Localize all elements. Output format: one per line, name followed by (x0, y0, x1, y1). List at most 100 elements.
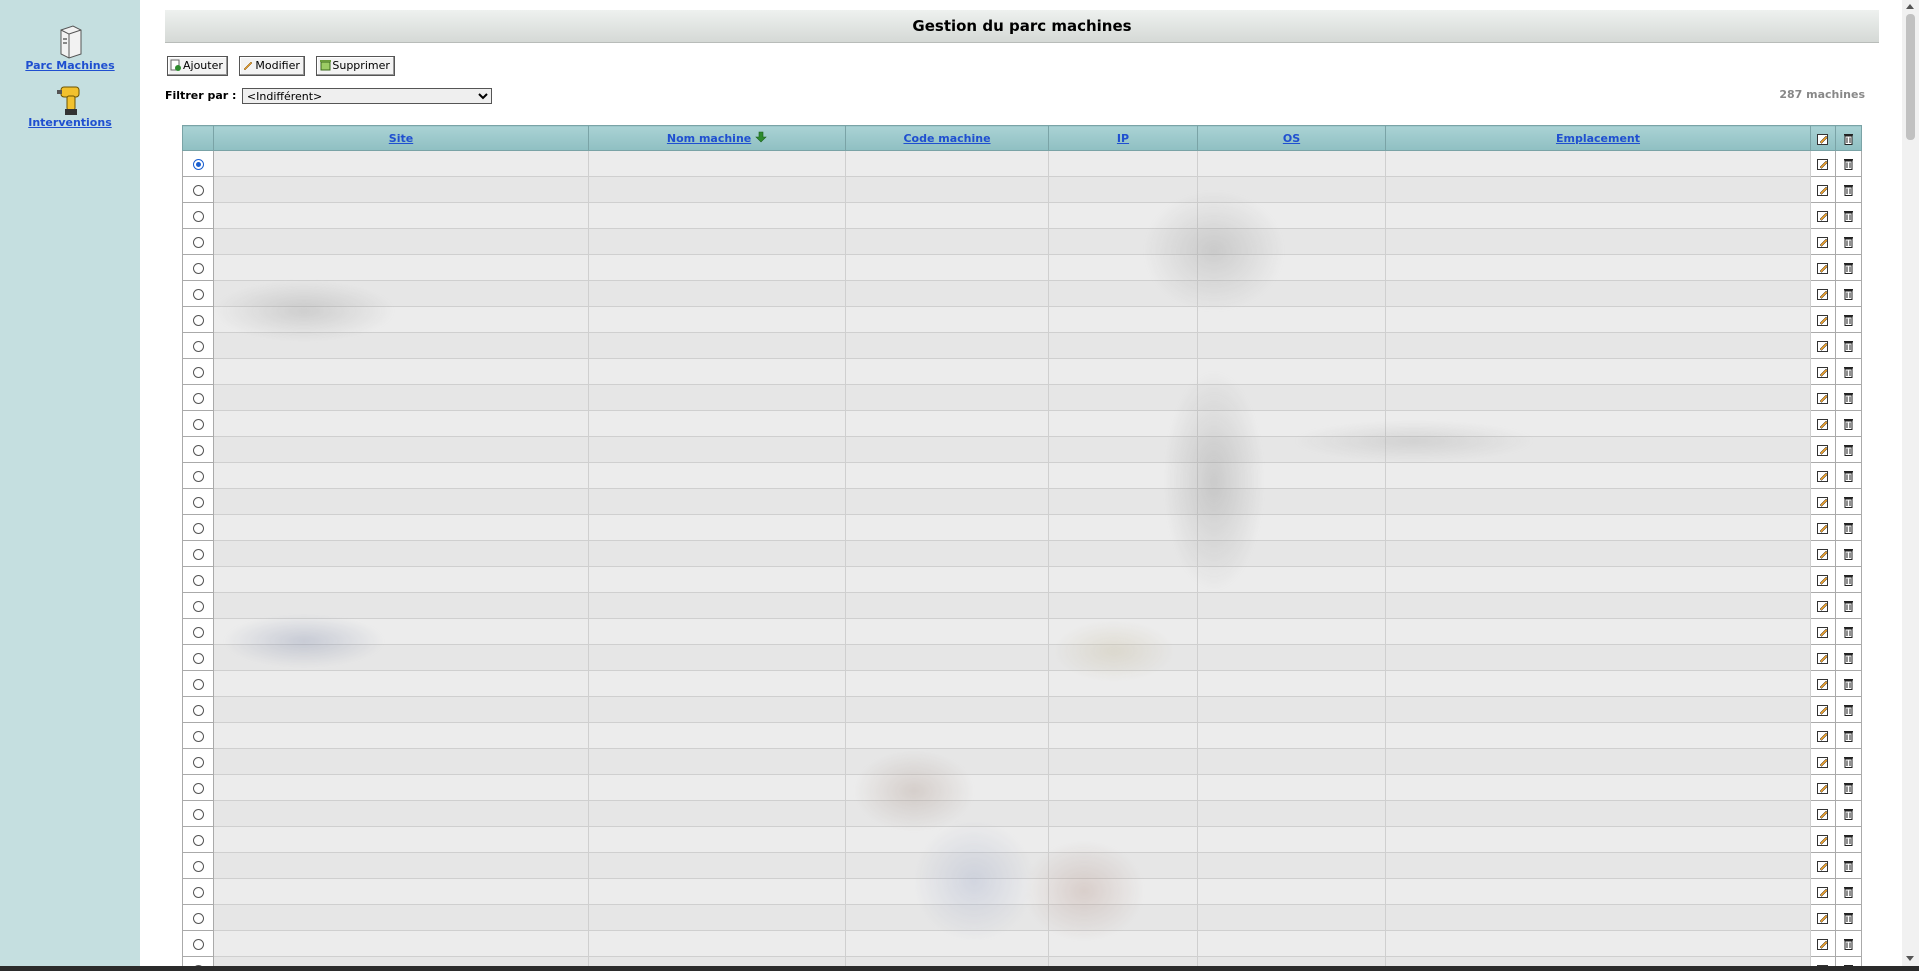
edit-row-cell[interactable] (1810, 566, 1836, 593)
scroll-thumb[interactable] (1906, 14, 1915, 140)
delete-row-cell[interactable] (1835, 462, 1862, 489)
delete-row-cell[interactable] (1835, 514, 1862, 541)
delete-row-icon[interactable] (1843, 158, 1854, 170)
row-select-cell[interactable] (182, 306, 214, 333)
delete-row-icon[interactable] (1843, 886, 1854, 898)
delete-row-cell[interactable] (1835, 202, 1862, 229)
delete-row-cell[interactable] (1835, 176, 1862, 203)
row-select-cell[interactable] (182, 280, 214, 307)
row-select-cell[interactable] (182, 540, 214, 567)
delete-row-cell[interactable] (1835, 384, 1862, 411)
edit-row-icon[interactable] (1817, 652, 1829, 664)
row-select-cell[interactable] (182, 670, 214, 697)
delete-row-icon[interactable] (1843, 184, 1854, 196)
row-radio[interactable] (192, 730, 204, 742)
edit-row-cell[interactable] (1810, 384, 1836, 411)
table-row[interactable] (182, 254, 1862, 281)
delete-row-icon[interactable] (1843, 288, 1854, 300)
row-select-cell[interactable] (182, 488, 214, 515)
delete-row-cell[interactable] (1835, 332, 1862, 359)
delete-row-icon[interactable] (1843, 470, 1854, 482)
delete-row-icon[interactable] (1843, 444, 1854, 456)
delete-row-cell[interactable] (1835, 618, 1862, 645)
table-row[interactable] (182, 748, 1862, 775)
row-select-cell[interactable] (182, 566, 214, 593)
edit-row-cell[interactable] (1810, 150, 1836, 177)
row-radio[interactable] (192, 522, 204, 534)
column-header-emplacement[interactable]: Emplacement (1385, 125, 1811, 151)
edit-row-cell[interactable] (1810, 826, 1836, 853)
edit-row-icon[interactable] (1817, 600, 1829, 612)
delete-row-cell[interactable] (1835, 306, 1862, 333)
row-radio[interactable] (192, 340, 204, 352)
edit-row-cell[interactable] (1810, 618, 1836, 645)
edit-row-cell[interactable] (1810, 514, 1836, 541)
delete-row-icon[interactable] (1843, 418, 1854, 430)
delete-row-icon[interactable] (1843, 496, 1854, 508)
row-radio[interactable] (192, 418, 204, 430)
edit-row-icon[interactable] (1817, 418, 1829, 430)
edit-row-icon[interactable] (1817, 314, 1829, 326)
edit-row-cell[interactable] (1810, 306, 1836, 333)
table-row[interactable] (182, 592, 1862, 619)
delete-row-icon[interactable] (1843, 730, 1854, 742)
edit-row-icon[interactable] (1817, 366, 1829, 378)
row-radio[interactable] (192, 392, 204, 404)
delete-row-cell[interactable] (1835, 540, 1862, 567)
delete-row-cell[interactable] (1835, 748, 1862, 775)
sidebar-item-parc-machines[interactable]: Parc Machines (0, 24, 140, 72)
sort-link-ip[interactable]: IP (1117, 132, 1129, 145)
edit-row-cell[interactable] (1810, 436, 1836, 463)
sort-link-code-machine[interactable]: Code machine (903, 132, 990, 145)
row-radio[interactable] (192, 652, 204, 664)
row-radio[interactable] (192, 288, 204, 300)
row-radio[interactable] (192, 314, 204, 326)
edit-row-cell[interactable] (1810, 540, 1836, 567)
drill-icon[interactable] (55, 83, 85, 117)
delete-row-icon[interactable] (1843, 860, 1854, 872)
delete-row-cell[interactable] (1835, 488, 1862, 515)
delete-row-icon[interactable] (1843, 548, 1854, 560)
table-row[interactable] (182, 696, 1862, 723)
table-row[interactable] (182, 670, 1862, 697)
delete-row-icon[interactable] (1843, 704, 1854, 716)
edit-row-icon[interactable] (1817, 392, 1829, 404)
delete-row-cell[interactable] (1835, 592, 1862, 619)
row-radio[interactable] (192, 470, 204, 482)
delete-row-icon[interactable] (1843, 340, 1854, 352)
row-radio[interactable] (192, 574, 204, 586)
table-row[interactable] (182, 332, 1862, 359)
table-row[interactable] (182, 722, 1862, 749)
row-select-cell[interactable] (182, 878, 214, 905)
table-row[interactable] (182, 488, 1862, 515)
table-row[interactable] (182, 904, 1862, 931)
column-header-site[interactable]: Site (213, 125, 589, 151)
row-radio[interactable] (192, 496, 204, 508)
vertical-scrollbar[interactable] (1902, 0, 1919, 966)
row-radio[interactable] (192, 158, 204, 170)
edit-row-icon[interactable] (1817, 574, 1829, 586)
row-radio[interactable] (192, 236, 204, 248)
edit-row-icon[interactable] (1817, 548, 1829, 560)
delete-row-cell[interactable] (1835, 826, 1862, 853)
table-row[interactable] (182, 280, 1862, 307)
row-select-cell[interactable] (182, 904, 214, 931)
row-select-cell[interactable] (182, 748, 214, 775)
computer-tower-icon[interactable] (55, 24, 85, 60)
delete-row-icon[interactable] (1843, 678, 1854, 690)
edit-row-icon[interactable] (1817, 704, 1829, 716)
row-radio[interactable] (192, 860, 204, 872)
column-header-nom-machine[interactable]: Nom machine (588, 125, 846, 151)
edit-row-icon[interactable] (1817, 678, 1829, 690)
table-row[interactable] (182, 462, 1862, 489)
row-radio[interactable] (192, 782, 204, 794)
delete-row-icon[interactable] (1843, 808, 1854, 820)
delete-row-icon[interactable] (1843, 522, 1854, 534)
edit-row-cell[interactable] (1810, 592, 1836, 619)
delete-row-icon[interactable] (1843, 782, 1854, 794)
delete-row-cell[interactable] (1835, 800, 1862, 827)
delete-row-cell[interactable] (1835, 358, 1862, 385)
sort-link-emplacement[interactable]: Emplacement (1556, 132, 1640, 145)
row-radio[interactable] (192, 626, 204, 638)
delete-row-cell[interactable] (1835, 280, 1862, 307)
